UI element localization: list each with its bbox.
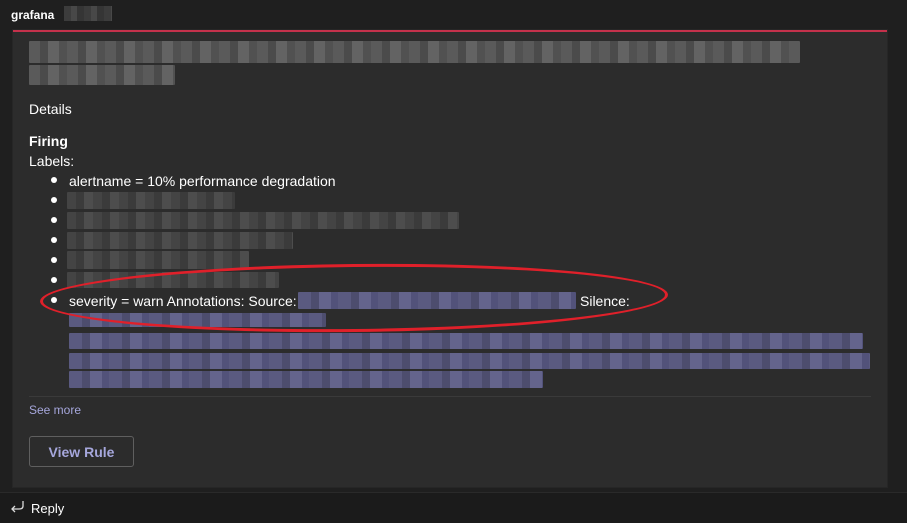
redacted-silence-link[interactable] [69, 333, 863, 349]
bullet-icon [51, 257, 57, 263]
redacted-summary-line-1 [29, 41, 800, 63]
bullet-icon [51, 217, 57, 223]
see-more-link[interactable]: See more [29, 403, 81, 417]
labels-heading: Labels: [29, 153, 75, 169]
reply-label: Reply [31, 500, 65, 516]
redacted-summary-line-2 [29, 65, 175, 85]
view-rule-button[interactable]: View Rule [29, 436, 134, 467]
redacted-label [67, 251, 249, 269]
reply-arrow-icon [9, 499, 25, 518]
card-divider [29, 396, 871, 397]
bullet-icon [51, 197, 57, 203]
reply-bar: Reply [0, 492, 907, 523]
bullet-icon [51, 177, 57, 183]
reply-button[interactable]: Reply [9, 499, 64, 517]
redacted-label [67, 192, 235, 209]
redacted-timestamp [64, 6, 112, 21]
status-firing: Firing [29, 133, 68, 149]
details-heading: Details [29, 101, 72, 117]
redacted-silence-link[interactable] [69, 371, 543, 388]
message-header: grafana [0, 0, 907, 30]
redacted-silence-link[interactable] [69, 353, 870, 369]
sender-name[interactable]: grafana [11, 8, 54, 22]
redacted-label [67, 212, 459, 229]
redacted-label [67, 232, 293, 249]
bullet-icon [51, 277, 57, 283]
bullet-icon [51, 237, 57, 243]
label-alertname: alertname = 10% performance degradation [69, 173, 336, 189]
